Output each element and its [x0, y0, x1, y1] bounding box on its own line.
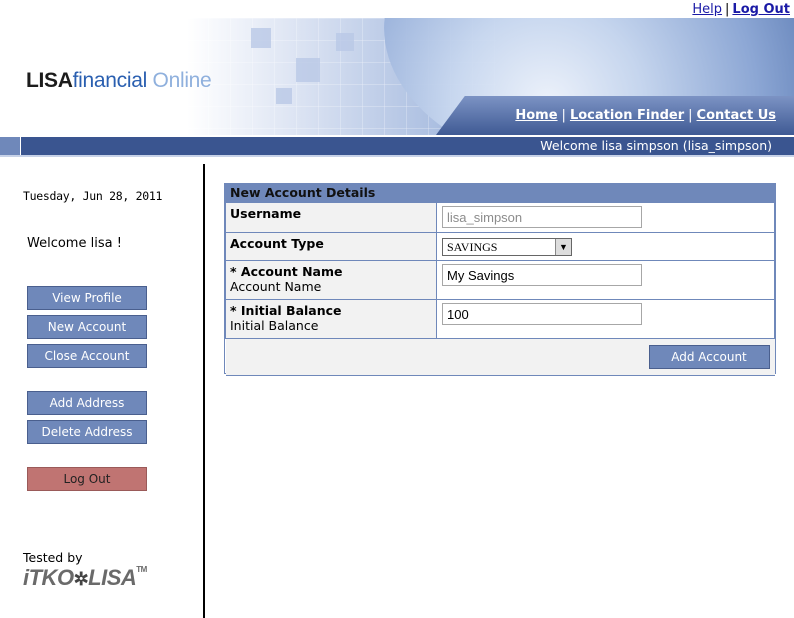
delete-address-button[interactable]: Delete Address [27, 420, 147, 444]
itko-lisa-logo: iTKO✲LISATM [23, 565, 147, 591]
new-account-form: New Account Details Username Account Typ… [224, 183, 776, 376]
tested-by-label: Tested by [23, 550, 83, 565]
banner-square-decoration [296, 58, 320, 82]
main-nav: Home | Location Finder | Contact Us [515, 108, 776, 123]
gear-icon: ✲ [73, 569, 89, 589]
form-row-account-name: * Account Name Account Name [225, 260, 775, 300]
initial-balance-sublabel: Initial Balance [230, 318, 319, 333]
view-profile-button[interactable]: View Profile [27, 286, 147, 310]
itko-logo-part1: iTKO [23, 565, 74, 590]
account-name-label: * Account Name [230, 264, 343, 279]
form-row-account-type: Account Type SAVINGS ▼ [225, 232, 775, 261]
current-date: Tuesday, Jun 28, 2011 [23, 189, 163, 203]
nav-home[interactable]: Home [515, 108, 557, 123]
top-links: Help | Log Out [692, 2, 790, 17]
account-name-sublabel: Account Name [230, 279, 322, 294]
welcome-bar: Welcome lisa simpson (lisa_simpson) [21, 137, 794, 155]
form-action-row: Add Account [225, 338, 775, 376]
itko-logo-part2: LISA [88, 565, 137, 590]
help-link[interactable]: Help [692, 2, 722, 17]
brand-logo-part1: LISA [26, 69, 73, 92]
add-account-button[interactable]: Add Account [648, 345, 770, 369]
form-row-username: Username [225, 202, 775, 233]
initial-balance-field[interactable] [442, 303, 642, 325]
nav-location-finder[interactable]: Location Finder [570, 108, 684, 123]
banner-square-decoration [276, 88, 292, 104]
form-row-initial-balance: * Initial Balance Initial Balance [225, 299, 775, 339]
form-table: Username Account Type SAVINGS ▼ * Accoun… [225, 202, 775, 376]
nav-separator: | [688, 108, 693, 123]
banner-square-decoration [251, 28, 271, 48]
username-label: Username [230, 206, 302, 221]
close-account-button[interactable]: Close Account [27, 344, 147, 368]
sidebar-logout-button[interactable]: Log Out [27, 467, 147, 491]
form-title: New Account Details [225, 184, 775, 202]
account-type-selected-value: SAVINGS [447, 240, 498, 254]
account-name-field[interactable] [442, 264, 642, 286]
logout-link[interactable]: Log Out [732, 2, 790, 17]
account-type-select[interactable]: SAVINGS ▼ [442, 238, 572, 256]
username-field [442, 206, 642, 228]
add-address-button[interactable]: Add Address [27, 391, 147, 415]
welcome-bar-cap [0, 137, 20, 155]
chevron-down-icon[interactable]: ▼ [555, 239, 571, 255]
brand-logo: LISAfinancial Online [26, 69, 212, 93]
nav-contact-us[interactable]: Contact Us [697, 108, 776, 123]
initial-balance-label: * Initial Balance [230, 303, 342, 318]
brand-logo-part3: Online [147, 69, 212, 92]
sidebar-welcome: Welcome lisa ! [27, 236, 122, 251]
new-account-button[interactable]: New Account [27, 315, 147, 339]
welcome-bar-underline [0, 155, 794, 157]
trademark-mark: TM [136, 565, 147, 574]
sidebar-divider [203, 164, 205, 618]
nav-separator: | [561, 108, 566, 123]
banner-square-decoration [336, 33, 354, 51]
brand-logo-part2: financial [72, 69, 148, 92]
account-type-label: Account Type [230, 236, 324, 251]
link-separator: | [725, 2, 730, 17]
